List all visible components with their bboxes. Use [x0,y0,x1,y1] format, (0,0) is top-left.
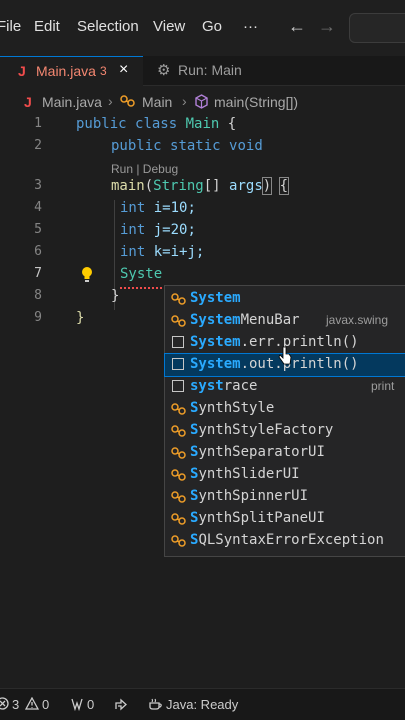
suggestion-label: SQLSyntaxErrorException [190,532,384,548]
class-icon [171,424,186,438]
class-icon [171,314,186,328]
debug-gear-icon: ⚙ [157,62,171,79]
suggestion-item[interactable]: SynthStyleFactory [165,420,405,442]
mouse-cursor-icon [278,346,292,371]
class-icon [120,94,136,111]
status-bar: 3 0 0 Java: Ready [0,688,405,720]
menu-bar: File Edit Selection View Go ··· ← → [0,0,405,56]
code-line-8: } [111,288,120,304]
class-icon [171,446,186,460]
suggestion-label: SynthSliderUI [190,466,300,482]
line-number: 1 [34,116,42,131]
line-number: 2 [34,138,42,153]
suggestion-item[interactable]: SynthSpinnerUI [165,486,405,508]
chevron-right-icon: › [182,93,187,109]
snippet-icon [172,358,184,370]
suggestion-item[interactable]: systrace print [165,376,405,398]
menu-more[interactable]: ··· [243,18,258,35]
code-line-7: Syste [120,266,163,282]
arrow-left-icon[interactable]: ← [288,16,306,37]
line-number: 8 [34,288,42,303]
snippet-icon [172,336,184,348]
code-line-2: public static void [111,138,263,154]
suggestion-label: SynthSplitPaneUI [190,510,325,526]
command-center-search[interactable] [349,13,405,43]
suggestion-label: System [190,290,241,306]
chevron-right-icon: › [108,93,113,109]
arrow-right-icon[interactable]: → [318,16,336,37]
suggestion-item[interactable]: SynthSeparatorUI [165,442,405,464]
suggestion-label: SynthSpinnerUI [190,488,309,504]
problem-count-badge: 3 [100,64,107,78]
menu-view[interactable]: View [153,18,185,35]
code-line-1: public class Main { [76,116,237,132]
java-status-icon[interactable] [147,697,163,714]
menu-edit[interactable]: Edit [34,18,60,35]
suggestion-item[interactable]: SynthStyle [165,398,405,420]
suggestion-label: System.err.println() [190,334,359,350]
line-number: 7 [34,266,42,281]
class-icon [171,490,186,504]
suggestion-item[interactable]: SynthSliderUI [165,464,405,486]
error-icon[interactable] [0,697,9,713]
menu-selection[interactable]: Selection [77,18,139,35]
warning-icon[interactable] [24,696,40,713]
lightbulb-icon[interactable] [80,266,94,284]
suggestion-detail: print [371,379,395,393]
suggestion-label: SynthStyleFactory [190,422,334,438]
breadcrumb-class[interactable]: Main [142,94,172,110]
class-icon [171,468,186,482]
ports-icon[interactable] [70,697,84,714]
suggestion-item[interactable]: SynthSplitPaneUI [165,508,405,530]
java-status[interactable]: Java: Ready [166,697,238,712]
suggestion-detail: javax.swing [326,313,389,327]
tab-bar: J Main.java 3 × ⚙ Run: Main [0,56,405,86]
menu-file[interactable]: File [0,18,21,35]
tab-run-main[interactable]: ⚙ Run: Main [143,56,283,86]
breadcrumb-method[interactable]: main(String[]) [214,94,298,110]
class-icon [171,402,186,416]
code-line-5: int j=20; [120,222,196,238]
line-number: 6 [34,244,42,259]
suggestion-label: systrace [190,378,258,394]
java-file-icon: J [24,94,32,110]
close-icon[interactable]: × [119,61,128,79]
suggestion-label: SynthStyle [190,400,275,416]
line-number: 9 [34,310,42,325]
method-icon [194,94,209,112]
suggestion-label: SynthSeparatorUI [190,444,325,460]
suggestion-item[interactable]: System [165,288,405,310]
snippet-icon [172,380,184,392]
live-share-icon[interactable] [113,697,129,714]
code-line-3: main(String[] args) { [111,177,290,195]
code-line-6: int k=i+j; [120,244,205,260]
error-squiggle [120,286,162,289]
suggestion-item[interactable]: SQLSyntaxErrorException [165,530,405,552]
suggestion-label: System.out.println() [190,356,359,372]
line-number: 4 [34,200,42,215]
tab-label: Main.java [36,63,96,79]
tab-label: Run: Main [178,62,242,78]
class-icon [171,534,186,548]
codelens-run-debug[interactable]: Run | Debug [111,162,178,176]
tab-main-java[interactable]: J Main.java 3 × [0,56,143,86]
code-line-4: int i=10; [120,200,196,216]
line-number: 3 [34,178,42,193]
class-icon [171,512,186,526]
suggestion-item[interactable]: SystemMenuBar javax.swing [165,310,405,332]
breadcrumb: J Main.java › Main › main(String[]) [0,92,405,114]
menu-go[interactable]: Go [202,18,222,35]
suggestion-label: SystemMenuBar [190,312,300,328]
warning-count[interactable]: 0 [42,697,49,712]
java-file-icon: J [18,63,26,79]
code-line-9: } [76,310,85,326]
ports-count[interactable]: 0 [87,697,94,712]
suggest-widget: System SystemMenuBar javax.swing System.err… [164,285,405,557]
class-icon [171,292,186,306]
error-count[interactable]: 3 [12,697,19,712]
breadcrumb-file[interactable]: Main.java [42,94,102,110]
line-number: 5 [34,222,42,237]
